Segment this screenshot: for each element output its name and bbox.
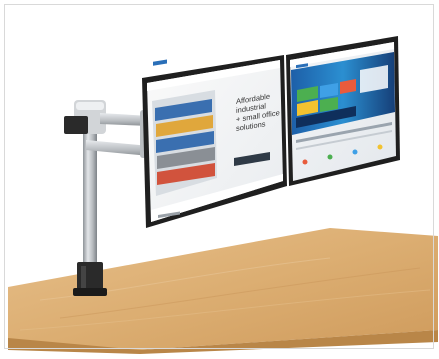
left-screen-image <box>152 90 217 196</box>
left-monitor: Affordable industrial + small office sol… <box>142 55 287 228</box>
right-monitor <box>286 36 400 186</box>
arm-hub <box>64 100 106 134</box>
desk <box>8 228 438 354</box>
product-photo: Affordable industrial + small office sol… <box>8 36 438 354</box>
desk-clamp <box>73 262 107 296</box>
photo-scene: Affordable industrial + small office sol… <box>0 0 439 354</box>
